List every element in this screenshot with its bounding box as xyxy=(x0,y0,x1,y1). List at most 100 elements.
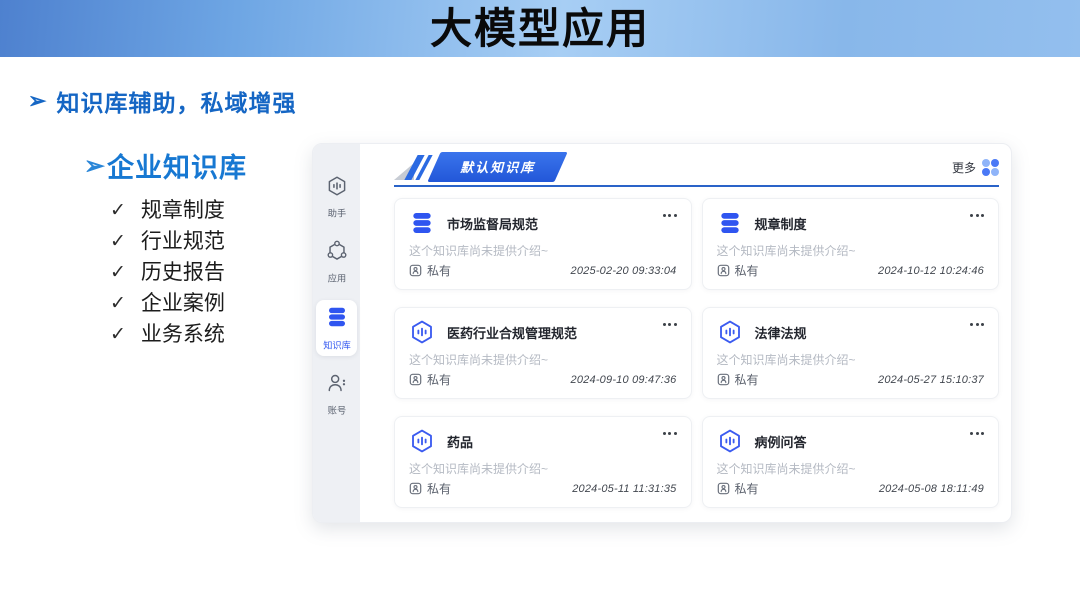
kb-card-title: 药品 xyxy=(447,432,473,451)
visibility-label: 私有 xyxy=(735,262,759,279)
checklist-item-label: 行业规范 xyxy=(141,226,225,257)
kb-card[interactable]: 市场监督局规范 这个知识库尚未提供介绍~ 私有 xyxy=(394,198,692,290)
kb-card[interactable]: 规章制度 这个知识库尚未提供介绍~ 私有 2 xyxy=(702,198,1000,290)
sidebar-item-label: 账号 xyxy=(327,403,345,417)
database-icon xyxy=(409,210,435,236)
private-icon xyxy=(717,264,730,277)
card-timestamp: 2024-05-08 18:11:49 xyxy=(879,483,984,495)
kb-card-description: 这个知识库尚未提供介绍~ xyxy=(409,242,677,259)
sidebar-item-label: 助手 xyxy=(327,206,345,220)
visibility-badge: 私有 xyxy=(409,262,451,279)
kb-heading-text: 企业知识库 xyxy=(107,146,247,185)
private-icon xyxy=(409,482,422,495)
assistant-hexagon-bars-icon xyxy=(326,175,348,202)
checklist-item-label: 企业案例 xyxy=(141,288,225,319)
card-more-icon[interactable] xyxy=(962,319,984,334)
kb-card-title: 医药行业合规管理规范 xyxy=(447,323,577,342)
card-timestamp: 2024-05-11 11:31:35 xyxy=(572,483,676,495)
card-more-icon[interactable] xyxy=(655,428,677,443)
sidebar-item-assistant[interactable]: 助手 xyxy=(316,170,357,224)
checklist-item: ✓ 行业规范 xyxy=(110,226,247,257)
visibility-label: 私有 xyxy=(427,262,451,279)
checklist-item: ✓ 规章制度 xyxy=(110,195,247,226)
hexagon-bars-icon xyxy=(409,319,435,345)
card-timestamp: 2024-09-10 09:47:36 xyxy=(571,374,677,386)
kb-card[interactable]: 法律法规 这个知识库尚未提供介绍~ 私有 2 xyxy=(702,307,1000,399)
checklist-item-label: 规章制度 xyxy=(141,195,225,226)
bullet-arrow-icon: ➢ xyxy=(84,151,105,181)
kb-card-title: 法律法规 xyxy=(755,323,807,342)
kb-heading: ➢ 企业知识库 xyxy=(84,146,247,185)
section-ribbon: 默认知识库 xyxy=(394,152,561,182)
database-icon xyxy=(717,210,743,236)
app-main: 默认知识库 更多 xyxy=(360,144,1011,522)
title-banner: 大模型应用 xyxy=(0,0,1080,57)
checklist-item: ✓ 企业案例 xyxy=(110,288,247,319)
private-icon xyxy=(717,373,730,386)
kb-checklist: ✓ 规章制度 ✓ 行业规范 ✓ 历史报告 ✓ 企业案例 ✓ 业务系统 xyxy=(110,195,247,350)
checklist-item-label: 业务系统 xyxy=(141,319,225,350)
app-header: 默认知识库 更多 xyxy=(394,152,999,182)
app-sidebar: 助手 应用 xyxy=(313,144,360,522)
checklist-item-label: 历史报告 xyxy=(141,257,225,288)
apps-molecule-icon xyxy=(326,240,348,267)
kb-card[interactable]: 药品 这个知识库尚未提供介绍~ 私有 202 xyxy=(394,416,692,508)
sidebar-item-apps[interactable]: 应用 xyxy=(316,235,357,289)
visibility-badge: 私有 xyxy=(409,371,451,388)
hexagon-bars-icon xyxy=(409,428,435,454)
kb-card-title: 规章制度 xyxy=(755,214,807,233)
lead-heading-text: 知识库辅助，私域增强 xyxy=(56,84,296,118)
account-person-icon xyxy=(326,372,348,399)
sidebar-item-account[interactable]: 账号 xyxy=(316,367,357,421)
section-title: 默认知识库 xyxy=(460,157,535,176)
sidebar-item-knowledge-base[interactable]: 知识库 xyxy=(316,300,357,356)
card-more-icon[interactable] xyxy=(655,319,677,334)
card-timestamp: 2024-05-27 15:10:37 xyxy=(878,374,984,386)
kb-card[interactable]: 病例问答 这个知识库尚未提供介绍~ 私有 2 xyxy=(702,416,1000,508)
private-icon xyxy=(409,264,422,277)
check-icon: ✓ xyxy=(110,257,126,288)
sidebar-item-label: 知识库 xyxy=(323,338,351,352)
kb-card-description: 这个知识库尚未提供介绍~ xyxy=(717,460,985,477)
database-stack-icon xyxy=(325,305,349,334)
kb-card-title: 市场监督局规范 xyxy=(447,214,538,233)
presentation-slide: 大模型应用 ➢ 知识库辅助，私域增强 ➢ 企业知识库 ✓ 规章制度 ✓ 行业规范… xyxy=(0,0,1080,608)
card-more-icon[interactable] xyxy=(962,210,984,225)
checklist-item: ✓ 历史报告 xyxy=(110,257,247,288)
visibility-label: 私有 xyxy=(735,480,759,497)
kb-card-description: 这个知识库尚未提供介绍~ xyxy=(409,460,677,477)
knowledge-base-app-window: 助手 应用 xyxy=(312,143,1012,523)
kb-card-description: 这个知识库尚未提供介绍~ xyxy=(717,242,985,259)
check-icon: ✓ xyxy=(110,319,126,350)
kb-card-description: 这个知识库尚未提供介绍~ xyxy=(717,351,985,368)
card-timestamp: 2024-10-12 10:24:46 xyxy=(878,265,984,277)
header-divider xyxy=(394,185,999,187)
visibility-badge: 私有 xyxy=(409,480,451,497)
check-icon: ✓ xyxy=(110,195,126,226)
sidebar-item-label: 应用 xyxy=(327,271,345,285)
kb-card-grid: 市场监督局规范 这个知识库尚未提供介绍~ 私有 xyxy=(394,198,999,508)
private-icon xyxy=(717,482,730,495)
hexagon-bars-icon xyxy=(717,319,743,345)
card-more-icon[interactable] xyxy=(655,210,677,225)
ribbon-banner: 默认知识库 xyxy=(427,152,567,182)
more-button[interactable]: 更多 xyxy=(952,159,999,176)
kb-card-title: 病例问答 xyxy=(755,432,807,451)
card-timestamp: 2025-02-20 09:33:04 xyxy=(571,265,677,277)
more-label: 更多 xyxy=(952,159,976,176)
visibility-badge: 私有 xyxy=(717,480,759,497)
kb-card[interactable]: 医药行业合规管理规范 这个知识库尚未提供介绍~ 私有 xyxy=(394,307,692,399)
private-icon xyxy=(409,373,422,386)
bullet-arrow-icon: ➢ xyxy=(28,88,46,114)
slide-title: 大模型应用 xyxy=(0,0,1080,57)
visibility-label: 私有 xyxy=(427,371,451,388)
check-icon: ✓ xyxy=(110,226,126,257)
card-more-icon[interactable] xyxy=(962,428,984,443)
lead-heading: ➢ 知识库辅助，私域增强 xyxy=(28,84,296,118)
visibility-badge: 私有 xyxy=(717,371,759,388)
clover-dots-icon xyxy=(982,159,999,176)
visibility-label: 私有 xyxy=(735,371,759,388)
visibility-label: 私有 xyxy=(427,480,451,497)
kb-block: ➢ 企业知识库 ✓ 规章制度 ✓ 行业规范 ✓ 历史报告 ✓ 企业案例 ✓ 业务… xyxy=(84,146,247,350)
checklist-item: ✓ 业务系统 xyxy=(110,319,247,350)
